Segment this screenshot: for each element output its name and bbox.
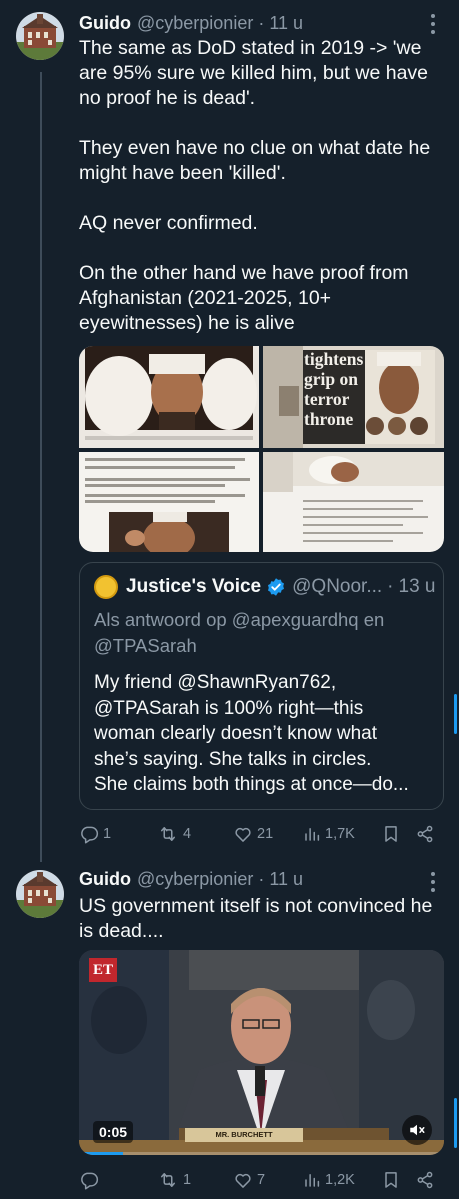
tweet-header: Guido @cyberpionier · 11 u	[79, 12, 303, 34]
reply-button[interactable]	[79, 1168, 103, 1192]
views-icon	[305, 1174, 320, 1187]
like-button[interactable]: 7	[233, 1168, 265, 1192]
avatar[interactable]	[16, 12, 64, 60]
media-image-2[interactable]: tightens grip on terror throne	[263, 346, 444, 448]
tweet-text: The same as DoD stated in 2019 -> 'we ar…	[79, 37, 431, 334]
quote-author-name: Justice's Voice	[126, 576, 262, 597]
views-icon	[305, 828, 320, 841]
video-player[interactable]: ET MR. BURCHETT 0:05	[79, 950, 444, 1155]
mute-button[interactable]	[402, 1115, 432, 1145]
share-button[interactable]	[415, 822, 435, 846]
video-nameplate: MR. BURCHETT	[185, 1128, 303, 1142]
share-button[interactable]	[415, 1168, 435, 1192]
like-icon	[235, 827, 251, 842]
tweet-time[interactable]: 11 u	[269, 13, 303, 34]
media-image-3[interactable]	[79, 452, 259, 552]
media-grid[interactable]: tightens grip on terror throne	[79, 346, 444, 552]
reply-icon	[81, 1172, 99, 1190]
retweet-count: 1	[183, 1172, 192, 1188]
retweet-button[interactable]: 4	[157, 822, 191, 846]
tweet-actions: 1 7 1,2K	[79, 1168, 444, 1192]
video-time: 0:05	[93, 1121, 134, 1143]
bookmark-icon	[385, 1172, 397, 1188]
author-handle[interactable]: @cyberpionier	[137, 869, 253, 890]
retweet-button[interactable]: 1	[157, 1168, 191, 1192]
bookmark-button[interactable]	[381, 822, 401, 846]
retweet-icon	[161, 1173, 175, 1187]
tweet-text: US government itself is not convinced he…	[79, 895, 433, 942]
tweet-header: Guido @cyberpionier · 11 u	[79, 868, 303, 890]
reply-icon	[81, 826, 99, 844]
author-name[interactable]: Guido	[79, 13, 131, 34]
quote-avatar	[94, 575, 118, 599]
video-frame	[79, 950, 444, 1155]
tweet-1[interactable]: Guido @cyberpionier · 11 u The same as D…	[0, 0, 459, 862]
quote-reply-context: Als antwoord op @apexguardhq en @TPASara…	[94, 609, 385, 656]
tweet-time[interactable]: 11 u	[269, 869, 303, 890]
mute-icon	[410, 1124, 425, 1136]
quote-author-handle: @QNoor...	[292, 576, 383, 597]
quote-header: Justice's Voice @QNoor... · 13 u	[94, 575, 435, 599]
author-name[interactable]: Guido	[79, 869, 131, 890]
reply-count: 1	[103, 826, 112, 842]
share-icon	[417, 1171, 433, 1189]
author-handle[interactable]: @cyberpionier	[137, 13, 253, 34]
separator-dot: ·	[258, 12, 265, 33]
scrollbar[interactable]	[454, 694, 457, 734]
like-icon	[235, 1173, 251, 1188]
share-icon	[417, 825, 433, 843]
media-image-1[interactable]	[79, 346, 259, 448]
media-image-4[interactable]	[263, 452, 444, 552]
retweet-icon	[161, 827, 175, 841]
more-icon[interactable]	[429, 14, 437, 34]
video-progress[interactable]	[79, 1152, 444, 1155]
media-headline: tightens grip on terror throne	[304, 349, 364, 429]
quote-time: 13 u	[398, 576, 436, 597]
video-progress-fill	[79, 1152, 123, 1155]
like-count: 7	[257, 1172, 266, 1188]
quote-tweet[interactable]: Justice's Voice @QNoor... · 13 u Als ant…	[79, 562, 444, 810]
retweet-count: 4	[183, 826, 192, 842]
tweet-actions: 1 4 21 1,7K	[79, 822, 444, 846]
quote-text: My friend @ShawnRyan762, @TPASarah is 10…	[94, 672, 409, 795]
verified-icon	[268, 578, 285, 596]
separator-dot: ·	[258, 868, 265, 889]
views-count: 1,7K	[325, 826, 355, 842]
views-button[interactable]: 1,7K	[303, 822, 355, 846]
more-icon[interactable]	[429, 872, 437, 892]
views-count: 1,2K	[325, 1172, 355, 1188]
avatar[interactable]	[16, 870, 64, 918]
reply-button[interactable]: 1	[79, 822, 111, 846]
separator-dot: ·	[387, 576, 394, 597]
bookmark-button[interactable]	[381, 1168, 401, 1192]
scrollbar-thumb[interactable]	[454, 1098, 457, 1148]
bookmark-icon	[385, 826, 397, 842]
like-button[interactable]: 21	[233, 822, 273, 846]
views-button[interactable]: 1,2K	[303, 1168, 355, 1192]
video-channel-logo: ET	[92, 962, 113, 978]
like-count: 21	[257, 826, 274, 842]
